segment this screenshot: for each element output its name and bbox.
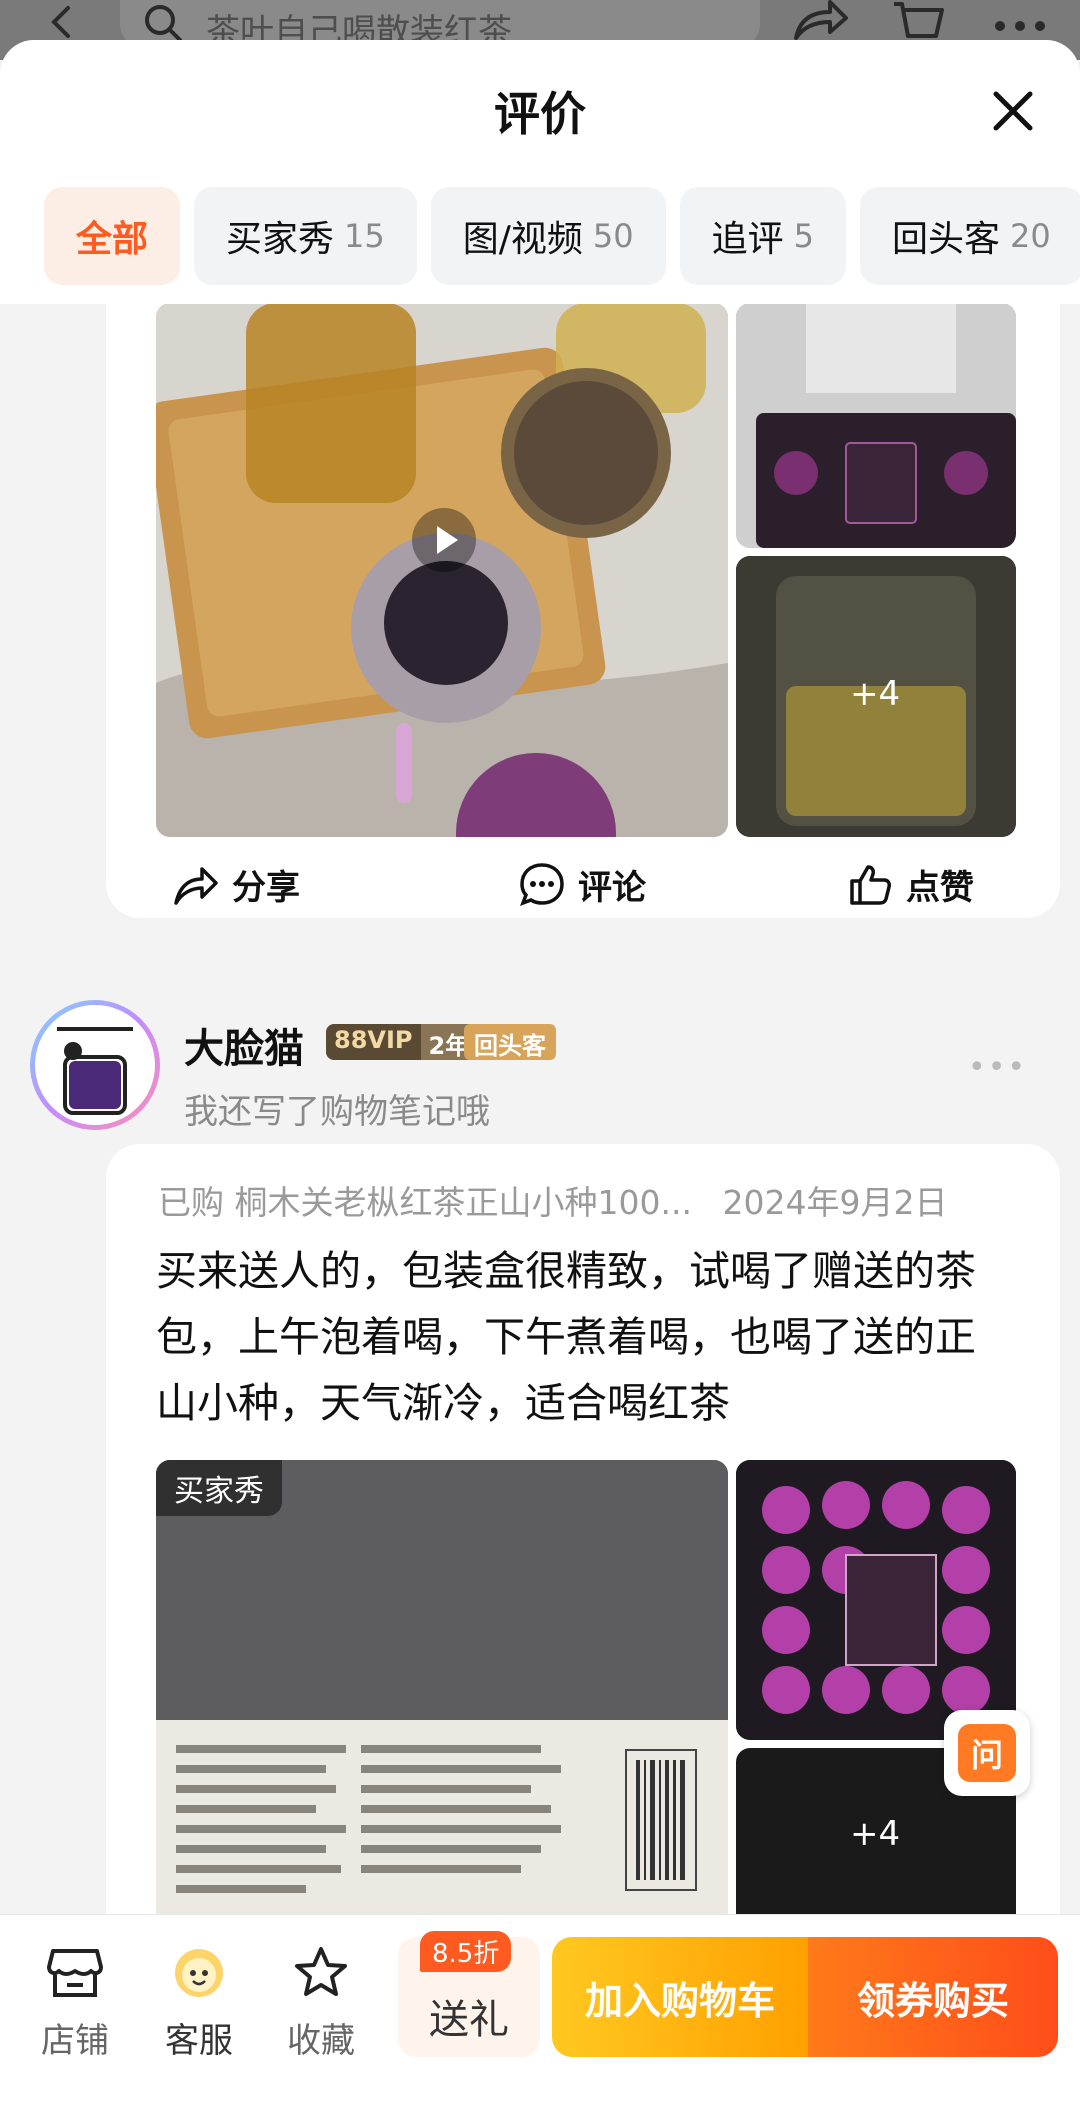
tab-count: 50 (592, 217, 634, 255)
avatar-picture (35, 1005, 155, 1115)
review-image[interactable] (736, 1460, 1016, 1740)
purchase-info[interactable]: 已购 桐木关老枞红茶正山小种100... 2024年9月2日 (158, 1176, 947, 1224)
tab-returning[interactable]: 回头客 20 (859, 187, 1080, 285)
filter-tabs: 全部 买家秀 15 图/视频 50 追评 5 回头客 20 (44, 187, 1080, 285)
favorite-button[interactable]: 收藏 (266, 1945, 376, 2062)
review-text: 买来送人的，包装盒很精致，试喝了赠送的茶包，上午泡着喝，下午煮着喝，也喝了送的正… (156, 1247, 976, 1427)
gift-label: 送礼 (429, 1997, 509, 2043)
comment-label: 评论 (578, 868, 646, 908)
share-icon (174, 866, 218, 905)
avatar[interactable] (30, 1000, 160, 1130)
close-icon[interactable] (990, 88, 1036, 134)
customer-service-button[interactable]: 客服 (144, 1945, 254, 2062)
tab-label: 全部 (76, 219, 149, 260)
buy-with-coupon-button[interactable]: 领券购买 (808, 1937, 1058, 2057)
returning-customer-badge: 回头客 (464, 1024, 556, 1060)
purchase-label: 已购 (158, 1183, 224, 1222)
sheet-title: 评价 (494, 87, 586, 141)
review-image[interactable] (156, 1460, 728, 1930)
customer-service-label: 客服 (165, 2021, 233, 2061)
review-image[interactable] (736, 303, 1016, 548)
tab-follow-up[interactable]: 追评 5 (679, 187, 846, 285)
tab-count: 20 (1010, 217, 1051, 255)
more-menu-icon[interactable] (990, 0, 1050, 44)
tab-label: 回头客 (891, 219, 1000, 260)
tab-count: 5 (793, 217, 814, 255)
play-icon (437, 526, 458, 554)
product-name: 桐木关老枞红茶正山小种100... (234, 1183, 692, 1222)
gift-box-photo (736, 303, 1016, 548)
star-icon (295, 1947, 347, 1996)
comment-icon (520, 862, 564, 906)
more-images-count: +4 (850, 1814, 901, 1854)
comment-button[interactable]: 评论 (518, 860, 646, 909)
vip-level: 88VIP (326, 1024, 421, 1060)
share-label: 分享 (232, 868, 300, 908)
cart-icon[interactable] (890, 0, 946, 44)
package-label-photo (156, 1460, 728, 1930)
tab-label: 买家秀 (226, 219, 335, 260)
thumbs-up-icon (850, 864, 891, 905)
more-options-icon[interactable]: ••• (968, 1050, 1027, 1085)
ask-button[interactable]: 问 (944, 1710, 1030, 1796)
tab-label: 图/视频 (462, 219, 583, 260)
review-actions: 分享 评论 点赞 (106, 860, 1060, 940)
avatar-image (35, 1005, 155, 1125)
buyer-show-tag: 买家秀 (156, 1460, 282, 1516)
gift-discount-badge: 8.5折 (420, 1931, 512, 1972)
like-button[interactable]: 点赞 (846, 860, 974, 909)
review-image[interactable]: +4 (736, 556, 1016, 837)
like-label: 点赞 (906, 868, 974, 908)
ask-icon: 问 (958, 1724, 1016, 1782)
review-date: 2024年9月2日 (722, 1183, 948, 1222)
gift-button[interactable]: 8.5折 送礼 (398, 1931, 540, 2057)
store-label: 店铺 (41, 2021, 109, 2061)
tea-pack-box-photo (736, 1460, 1016, 1740)
store-button[interactable]: 店铺 (20, 1945, 130, 2062)
tab-count: 15 (344, 217, 385, 255)
play-button[interactable] (412, 508, 476, 572)
share-button[interactable]: 分享 (172, 860, 300, 909)
store-icon (47, 1949, 103, 1997)
username[interactable]: 大脸猫 (184, 1016, 304, 1074)
tab-photo-video[interactable]: 图/视频 50 (430, 187, 666, 285)
vip-badge: 88VIP 2年 (326, 1024, 478, 1060)
customer-service-icon (175, 1949, 223, 1997)
favorite-label: 收藏 (287, 2021, 355, 2061)
tab-label: 追评 (711, 219, 784, 260)
add-to-cart-button[interactable]: 加入购物车 (552, 1937, 808, 2057)
search-icon (145, 5, 182, 42)
share-icon[interactable] (790, 0, 850, 44)
tab-buyer-show[interactable]: 买家秀 15 (194, 187, 417, 285)
bottom-bar: 店铺 客服 收藏 8.5折 送礼 加入购物车 领券购买 (0, 1914, 1080, 2123)
tab-all[interactable]: 全部 (44, 187, 181, 285)
more-images-count: +4 (850, 674, 901, 714)
sheet-header: 评价 全部 买家秀 15 图/视频 50 追评 5 回头客 20 (0, 40, 1080, 304)
shopping-note-link[interactable]: 我还写了购物笔记哦 (184, 1084, 490, 1133)
back-icon[interactable] (44, 4, 80, 40)
